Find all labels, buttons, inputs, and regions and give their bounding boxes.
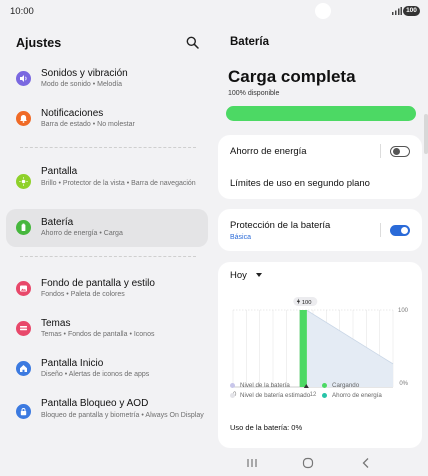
legend-dot [230,392,235,398]
signal-icon [392,7,402,15]
charge-percent-text: 100% disponible [228,90,280,97]
status-bar: 10:00 100 [0,0,428,22]
scrollbar[interactable] [424,114,428,154]
battery-usage-text: Uso de la batería: 0% [230,423,303,432]
charge-status-title: Carga completa [228,67,356,86]
settings-item-title: Batería [41,217,74,228]
legend-battery-level: Nivel de la batería [230,382,290,389]
battery-protection-toggle[interactable] [390,225,410,236]
settings-item-subtitle: Temas • Fondos de pantalla • Iconos [41,331,155,338]
navigation-bar [214,452,428,476]
battery-usage-card: Hoy 1000121000% Nivel de la batería Carg… [218,262,422,448]
settings-title: Ajustes [16,36,62,50]
back-icon[interactable] [359,456,373,470]
settings-item-subtitle: Barra de estado • No molestar [41,121,135,128]
camera-hole [315,3,331,19]
volume-icon [16,71,31,86]
legend-dot [322,392,327,398]
recents-icon[interactable] [245,456,259,470]
status-time: 10:00 [10,6,34,17]
settings-item-title: Sonidos y vibración [41,68,128,79]
chart-bar [304,310,307,387]
sun-icon [16,174,31,189]
settings-item-themes[interactable]: Temas Temas • Fondos de pantalla • Icono… [6,310,208,348]
toggle-knob [393,147,400,155]
settings-item-subtitle: Modo de sonido • Melodía [41,81,123,88]
row-separator [380,144,381,158]
power-saving-toggle[interactable] [390,146,410,157]
home-icon [16,361,31,376]
image-icon [16,281,31,296]
page-title: Batería [230,36,269,48]
settings-item-display[interactable]: Pantalla Brillo • Protector de la vista … [6,158,208,206]
legend-label: Nivel de la batería [240,382,290,389]
palette-icon [16,321,31,336]
settings-item-lock-screen[interactable]: Pantalla Bloqueo y AOD Bloqueo de pantal… [6,390,208,438]
chevron-down-icon [256,273,262,277]
usage-limits-row[interactable]: Límites de uso en segundo plano [218,167,422,199]
estimated-level-area [306,310,393,387]
settings-item-title: Notificaciones [41,108,104,119]
legend-label: Cargando [332,382,360,389]
settings-item-title: Pantalla [41,166,78,177]
y-tick-label: 0% [399,381,408,387]
battery-protection-label: Protección de la batería [230,220,331,231]
settings-item-home-screen[interactable]: Pantalla Inicio Diseño • Alertas de icon… [6,350,208,388]
usage-limits-label: Límites de uso en segundo plano [230,178,370,189]
legend-label: Ahorro de energía [332,392,382,399]
section-divider [20,147,196,148]
legend-dot [322,382,327,388]
settings-item-title: Fondo de pantalla y estilo [41,278,155,289]
toggle-knob [401,227,408,234]
search-icon[interactable] [186,36,199,49]
battery-detail-pane: Batería Carga completa 100% disponible A… [214,22,428,454]
settings-item-title: Pantalla Bloqueo y AOD [41,398,149,409]
settings-item-subtitle: Brillo • Protector de la vista • Barra d… [41,180,196,187]
battery-status-icon: 100 [403,6,420,16]
settings-item-notifications[interactable]: Notificaciones Barra de estado • No mole… [6,100,208,138]
settings-item-subtitle: Ahorro de energía • Carga [41,230,123,237]
settings-item-title: Temas [41,318,71,329]
settings-item-sounds[interactable]: Sonidos y vibración Modo de sonido • Mel… [6,60,208,98]
row-separator [380,223,381,237]
settings-list-pane: Ajustes Sonidos y vibración Modo de soni… [0,22,214,454]
settings-item-wallpaper[interactable]: Fondo de pantalla y estilo Fondos • Pale… [6,270,208,308]
legend-dot [230,382,235,388]
bell-icon [16,111,31,126]
period-label: Hoy [230,270,247,281]
battery-protection-sublabel: Básica [230,234,252,241]
power-saving-label: Ahorro de energía [230,146,307,157]
power-settings-card: Ahorro de energía Límites de uso en segu… [218,135,422,199]
legend-estimated-level: Nivel de batería estimado [230,392,310,399]
charge-badge-label: 100 [302,300,312,306]
x-tick-label: 12 [310,392,317,398]
section-divider [20,256,196,257]
settings-item-title: Pantalla Inicio [41,358,104,369]
settings-item-subtitle: Fondos • Paleta de colores [41,291,125,298]
battery-icon [16,220,31,235]
legend-charging: Cargando [322,382,359,389]
charge-level-bar [226,106,416,121]
home-button-icon[interactable] [301,456,315,470]
battery-protection-card[interactable]: Protección de la batería Básica [218,209,422,251]
y-tick-label: 100 [398,308,409,314]
legend-label: Nivel de batería estimado [240,392,311,399]
settings-item-battery[interactable]: Batería Ahorro de energía • Carga [6,209,208,247]
period-dropdown[interactable]: Hoy [230,270,270,284]
lock-icon [16,404,31,419]
settings-item-subtitle: Bloqueo de pantalla y biometría • Always… [41,412,204,419]
settings-item-subtitle: Diseño • Alertas de iconos de apps [41,371,150,378]
power-saving-row[interactable]: Ahorro de energía [218,135,422,167]
legend-power-saving: Ahorro de energía [322,392,382,399]
